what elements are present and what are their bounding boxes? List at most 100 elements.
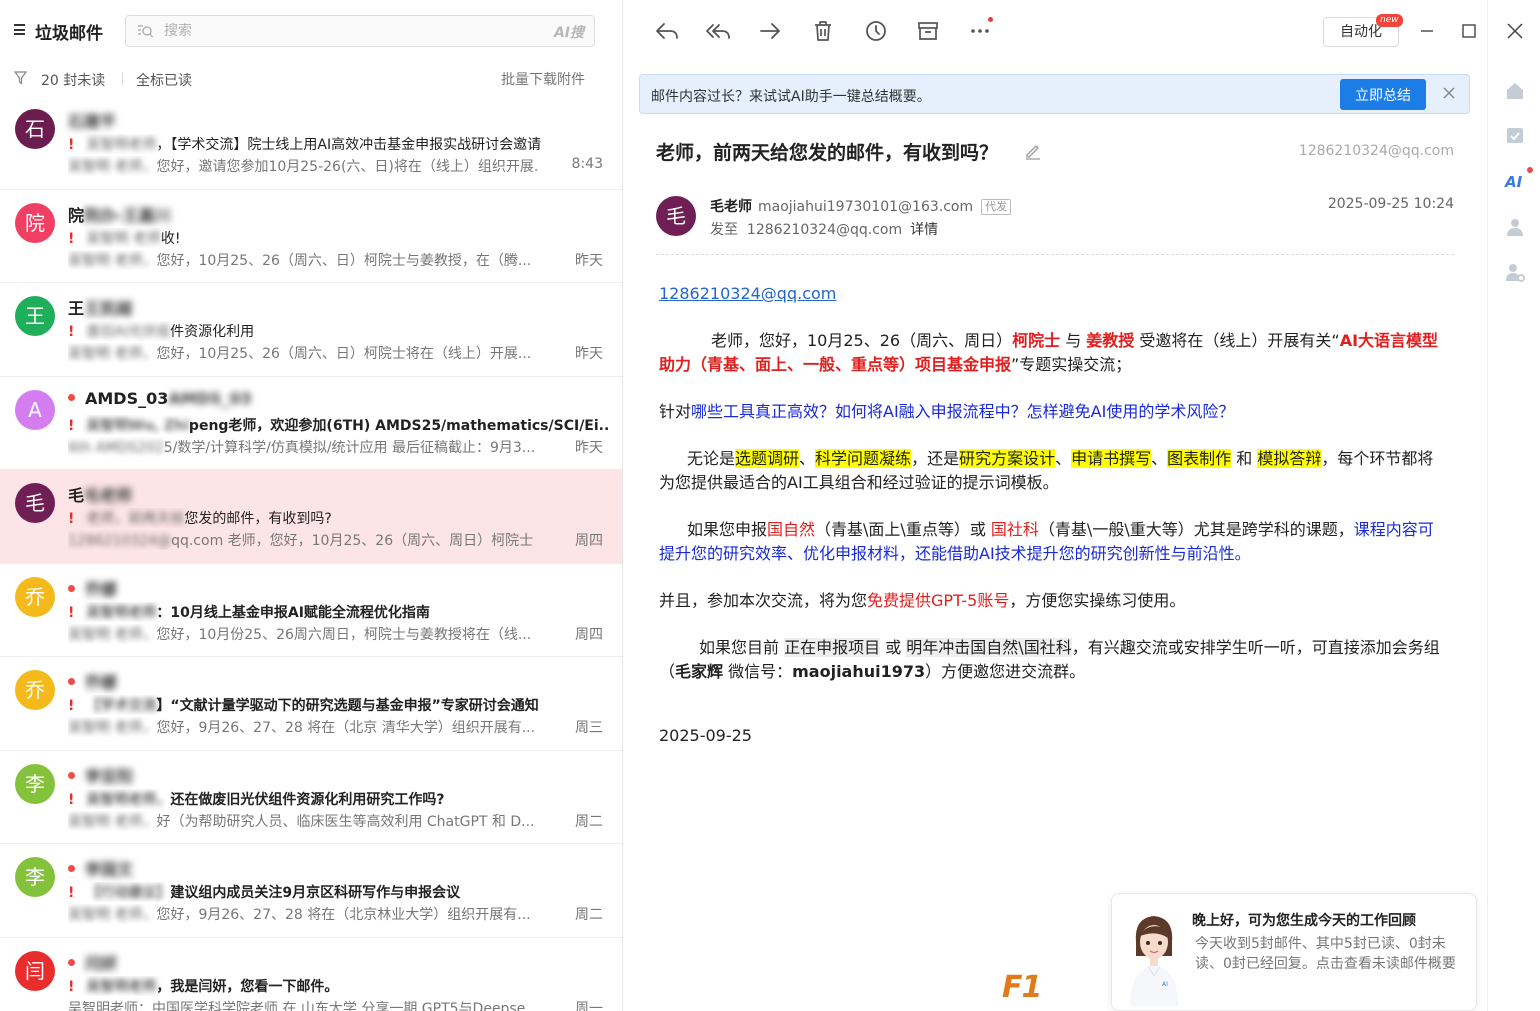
important-flag-icon: ! bbox=[68, 137, 75, 153]
body-email-link[interactable]: 1286210324@qq.com bbox=[659, 284, 836, 303]
mail-list-item[interactable]: 石石建平! 吴智明老师，【学术交流】院士线上用AI高效冲击基金申报实战研讨会邀请吴… bbox=[0, 96, 622, 190]
mark-all-read-button[interactable]: 全标已读 bbox=[136, 70, 192, 90]
close-icon[interactable] bbox=[1440, 84, 1458, 102]
mail-body: 1286210324@qq.com 老师，您好，10月25、26（周六、周日）柯… bbox=[659, 282, 1444, 771]
ai-summary-banner: 邮件内容过长？来试试AI助手一键总结概要。 立即总结 bbox=[639, 74, 1470, 114]
edit-icon[interactable] bbox=[1024, 142, 1042, 160]
home-icon[interactable] bbox=[1504, 80, 1526, 102]
mail-preview: 吴智明 老师，您好，9月26、27、28 将在（北京林业大学）组织开展有... bbox=[68, 904, 538, 924]
mail-preview: 吴智明 老师，您好，10月份25、26周六周日，柯院士与姜教授将在（线... bbox=[68, 624, 538, 644]
to-address[interactable]: 1286210324@qq.com bbox=[747, 222, 902, 238]
important-flag-icon: ! bbox=[68, 885, 75, 901]
filter-icon[interactable] bbox=[14, 71, 27, 85]
toolbar-divider bbox=[122, 72, 123, 86]
mail-time: 周二 bbox=[575, 907, 603, 923]
important-flag-icon: ! bbox=[68, 604, 75, 621]
subject-text: ，【学术交流】院士线上用AI高效冲击基金申报实战研讨会邀请 bbox=[156, 137, 542, 153]
preview-blurred: 1286210324@ bbox=[68, 533, 172, 549]
unread-dot bbox=[68, 584, 75, 592]
mail-list-item[interactable]: 乔 乔娜! 吴智明老师：10月线上基金申报AI赋能全流程优化指南 吴智明 老师，您好，… bbox=[0, 564, 622, 657]
batch-download-button[interactable]: 批量下载附件 bbox=[501, 69, 585, 89]
body-paragraph-2: 针对哪些工具真正高效？如何将AI融入申报流程中？怎样避免AI使用的学术风险？ bbox=[659, 402, 1235, 421]
mail-subject: ! 吴智明老师，【学术交流】院士线上用AI高效冲击基金申报实战研讨会邀请 bbox=[68, 134, 608, 154]
ai-card-summary[interactable]: 今天收到5封邮件、其中5封已读、0封未读、0封已经回复。点击查看未读邮件概要 bbox=[1195, 934, 1467, 974]
mail-subject: 老师，前两天给您发的邮件，有收到吗？ bbox=[656, 142, 999, 164]
mail-preview: 1286210324@qq.com 老师，您好，10月25、26（周六、周日）柯… bbox=[68, 530, 538, 550]
subject-blurred: 吴智明老师， bbox=[86, 791, 171, 808]
preview-blurred: 吴智明 老师， bbox=[68, 346, 157, 362]
from-line: 毛老师 maojiahui19730101@163.com 代发 bbox=[710, 196, 1012, 216]
subject-text: ：10月线上基金申报AI赋能全流程优化指南 bbox=[156, 604, 430, 621]
sender-avatar[interactable]: 毛 bbox=[656, 196, 696, 236]
recipient-address: 1286210324@qq.com bbox=[1298, 143, 1454, 159]
search-icon bbox=[138, 25, 153, 38]
preview-text: 您好，10月25、26（周六、日）柯院士将在（线上）开展... bbox=[156, 346, 532, 362]
mail-subject: ! 吴智明老师：10月线上基金申报AI赋能全流程优化指南 bbox=[68, 602, 608, 622]
mail-list-item[interactable]: 李 李亚阳! 吴智明老师，还在做废旧光伏组件资源化利用研究工作吗? 吴智明 老师，好（… bbox=[0, 751, 622, 844]
preview-text: 您好，9月26、27、28 将在（北京 清华大学）组织开展有... bbox=[156, 720, 536, 736]
mail-date: 2025-09-25 10:24 bbox=[1327, 196, 1454, 212]
close-window-icon[interactable] bbox=[1504, 20, 1526, 42]
mail-sender: 王王凯越 bbox=[68, 295, 132, 319]
subject-blurred: 【学术交流 bbox=[86, 698, 157, 714]
subject-blurred: 废旧AI光伏组 bbox=[86, 324, 171, 340]
reply-all-icon[interactable] bbox=[705, 18, 731, 44]
mail-list-item[interactable]: 王王王凯越! 废旧AI光伏组件资源化利用 吴智明 老师，您好，10月25、26（周六… bbox=[0, 283, 622, 377]
sender-blurred: 石建平 bbox=[68, 112, 117, 131]
ai-assistant-card[interactable]: AI 晚上好，可为您生成今天的工作回顾 今天收到5封邮件、其中5封已读、0封未读… bbox=[1111, 893, 1477, 1011]
user-settings-icon[interactable] bbox=[1504, 261, 1526, 283]
sender-visible: 院 bbox=[68, 205, 85, 225]
sender-name[interactable]: 毛老师 bbox=[710, 199, 752, 215]
mail-list-item[interactable]: A AMDS_03AMDS_03! 吴智明Wu, Zhipeng老师，欢迎参加(6T… bbox=[0, 377, 622, 470]
body-paragraph-1: 老师，您好，10月25、26（周六、周日）柯院士 与 姜教授 受邀将在（线上）开… bbox=[659, 331, 1439, 374]
mail-time: 周三 bbox=[575, 720, 603, 736]
mail-time: 周四 bbox=[575, 533, 603, 549]
subject-blurred: 吴智明Wu, Zhi bbox=[86, 417, 189, 434]
sender-blurred: 李国文 bbox=[85, 860, 134, 879]
preview-text: 您好，9月26、27、28 将在（北京林业大学）组织开展有... bbox=[156, 907, 531, 923]
sender-blurred: AMDS_03 bbox=[168, 388, 252, 408]
subject-text: 您发的邮件，有收到吗? bbox=[184, 511, 332, 527]
f1-logo: F1 bbox=[1002, 970, 1042, 1005]
unread-count: 20 封未读 bbox=[41, 73, 106, 89]
sender-blurred: 闫妍 bbox=[85, 953, 118, 973]
minimize-icon[interactable] bbox=[1416, 20, 1438, 42]
ai-card-greeting: 晚上好，可为您生成今天的工作回顾 bbox=[1192, 913, 1416, 929]
mail-preview: 吴智明老师：中国医学科学院老师 在 山东大学 分享一期 GPT5与Deepse.… bbox=[68, 998, 538, 1011]
mail-time: 周一 bbox=[575, 1000, 603, 1011]
details-link[interactable]: 详情 bbox=[910, 222, 938, 238]
sender-avatar: 乔 bbox=[15, 670, 55, 710]
subject-blurred: 老师，前两天给 bbox=[86, 511, 185, 527]
calendar-check-icon[interactable] bbox=[1504, 124, 1526, 146]
search-box[interactable]: AI搜 bbox=[125, 15, 595, 47]
mail-subject: ! 老师，前两天给您发的邮件，有收到吗? bbox=[68, 508, 608, 528]
menu-icon[interactable] bbox=[14, 24, 25, 35]
summarize-now-button[interactable]: 立即总结 bbox=[1340, 79, 1426, 110]
mail-preview: 吴智明 老师，您好，10月25、26（周六、日）柯院士与姜教授，在（腾... bbox=[68, 250, 538, 270]
search-input[interactable] bbox=[164, 20, 524, 42]
ai-icon[interactable]: AI bbox=[1504, 170, 1526, 192]
clock-icon[interactable] bbox=[863, 18, 889, 44]
delete-icon[interactable] bbox=[810, 18, 836, 44]
mail-list-item[interactable]: 毛毛毛老师! 老师，前两天给您发的邮件，有收到吗? 1286210324@qq.co… bbox=[0, 470, 622, 564]
mail-list-item[interactable]: 李 李国文! 【行动建议】建议组内成员关注9月京区科研写作与申报会议 吴智明 老师，您… bbox=[0, 844, 622, 938]
mail-subject: ! 【行动建议】建议组内成员关注9月京区科研写作与申报会议 bbox=[68, 882, 608, 902]
mail-list-item[interactable]: 院院院办-王嘉川! 吴智明 老师收! 吴智明 老师，您好，10月25、26（周六、日… bbox=[0, 190, 622, 283]
sender-avatar: 李 bbox=[15, 763, 55, 804]
mail-list-item[interactable]: 闫 闫妍! 吴智明老师，我是闫妍，您看一下邮件。 吴智明老师：中国医学科学院老师 在 … bbox=[0, 938, 622, 1011]
mail-list-item[interactable]: 乔 乔娜! 【学术交流】“文献计量学驱动下的研究选题与基金申报”专家研讨会通知 吴智明… bbox=[0, 657, 622, 751]
archive-icon[interactable] bbox=[915, 18, 941, 44]
sender-address[interactable]: maojiahui19730101@163.com bbox=[758, 199, 973, 215]
forward-icon[interactable] bbox=[757, 18, 783, 44]
reply-icon[interactable] bbox=[654, 18, 680, 44]
sender-blurred: 毛老师 bbox=[84, 486, 133, 505]
subject-text: 建议组内成员关注9月京区科研写作与申报会议 bbox=[170, 885, 461, 901]
sender-avatar: 乔 bbox=[15, 576, 55, 617]
ai-search-button[interactable]: AI搜 bbox=[554, 22, 584, 42]
folder-title: 垃圾邮件 bbox=[35, 24, 103, 44]
mail-subject: ! 吴智明老师，还在做废旧光伏组件资源化利用研究工作吗? bbox=[68, 789, 608, 809]
unread-dot bbox=[68, 958, 75, 966]
maximize-icon[interactable] bbox=[1458, 20, 1480, 42]
ai-banner-message: 邮件内容过长？来试试AI助手一键总结概要。 bbox=[651, 89, 931, 105]
contacts-icon[interactable] bbox=[1504, 216, 1526, 238]
